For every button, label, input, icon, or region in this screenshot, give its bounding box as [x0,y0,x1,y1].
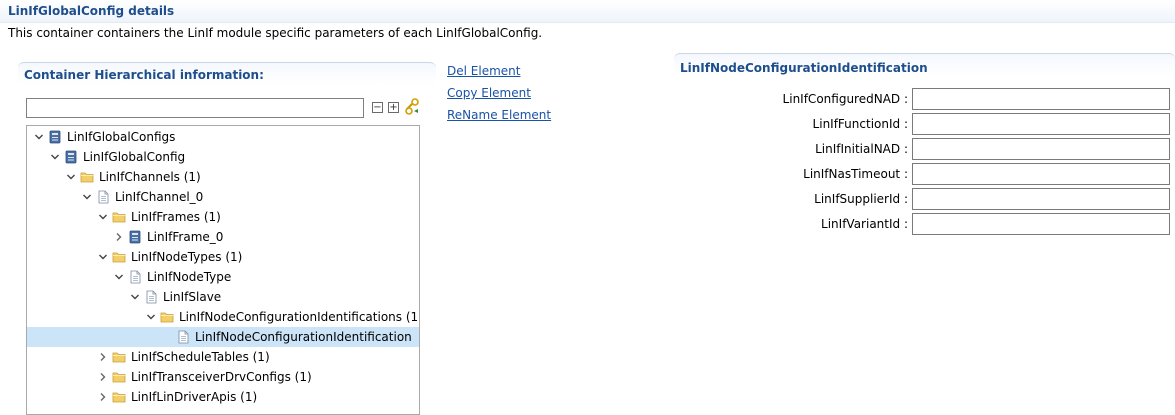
chevron-down-icon[interactable] [34,132,44,142]
chevron-down-icon[interactable] [98,252,108,262]
params-section-title: LinIfNodeConfigurationIdentification [680,61,928,75]
tree-node-label: LinIfSlave [163,290,222,304]
module-icon [65,150,77,164]
tree-node[interactable]: LinIfChannels (1) [27,167,419,187]
tree-node-label: LinIfChannel_0 [115,190,204,204]
param-input[interactable] [912,163,1170,185]
param-label: LinIfFunctionId : [812,117,908,131]
folder-icon [112,252,126,263]
tree-node-label: LinIfGlobalConfig [83,150,186,164]
chevron-down-icon[interactable] [66,172,76,182]
tree-node[interactable]: LinIfGlobalConfig [27,147,419,167]
chevron-right-icon[interactable] [114,232,124,242]
document-icon [98,190,109,204]
param-input[interactable] [912,113,1170,135]
hierarchy-tree[interactable]: LinIfGlobalConfigs LinIfGlobalConfig LinIf… [26,125,420,415]
param-input[interactable] [912,213,1170,235]
tree-node-label: LinIfFrames (1) [131,210,221,224]
chevron-right-icon[interactable] [98,352,108,362]
folder-icon [112,392,126,403]
tree-node[interactable]: LinIfTransceiverDrvConfigs (1) [27,367,419,387]
page-description: This container containers the LinIf modu… [8,26,543,40]
document-icon [178,330,189,344]
page-title: LinIfGlobalConfig details [8,4,175,18]
folder-icon [112,372,126,383]
chevron-down-icon[interactable] [50,152,60,162]
tree-node[interactable]: LinIfLinDriverApis (1) [27,387,419,407]
tree-node-label: LinIfNodeTypes (1) [131,250,243,264]
param-label: LinIfInitialNAD : [815,142,908,156]
folder-icon [112,352,126,363]
tree-node-label: LinIfScheduleTables (1) [131,350,270,364]
tree-node[interactable]: LinIfScheduleTables (1) [27,347,419,367]
details-header-band [0,0,1175,23]
param-label: LinIfConfiguredNAD : [782,92,908,106]
tree-node[interactable]: LinIfFrame_0 [27,227,419,247]
tree-node-label: LinIfGlobalConfigs [67,130,176,144]
tree-node[interactable]: LinIfNodeConfigurationIdentifications (1… [27,307,419,327]
chevron-right-icon[interactable] [98,372,108,382]
tree-node[interactable]: LinIfNodeType [27,267,419,287]
tree-node-label: LinIfChannels (1) [99,170,201,184]
folder-icon [112,212,126,223]
tree-node-label: LinIfLinDriverApis (1) [131,390,258,404]
chevron-down-icon[interactable] [82,192,92,202]
param-label: LinIfNasTimeout : [803,167,908,181]
module-icon [49,130,61,144]
tree-node-label: LinIfNodeType [147,270,232,284]
collapse-all-button[interactable]: − [372,102,383,113]
param-input[interactable] [912,88,1170,110]
copy-element-link[interactable]: Copy Element [447,86,531,100]
expand-all-button[interactable]: + [388,102,399,113]
tree-node[interactable]: LinIfNodeConfigurationIdentification [27,327,419,347]
module-icon [129,230,141,244]
folder-icon [80,172,94,183]
link-with-editor-icon[interactable] [404,98,422,116]
chevron-right-icon[interactable] [98,392,108,402]
param-label: LinIfSupplierId : [814,192,908,206]
param-label: LinIfVariantId : [821,217,908,231]
rename-element-link[interactable]: ReName Element [447,108,551,122]
tree-filter-input[interactable] [26,98,364,118]
del-element-link[interactable]: Del Element [447,64,520,78]
chevron-down-icon[interactable] [146,312,156,322]
tree-node[interactable]: LinIfChannel_0 [27,187,419,207]
chevron-down-icon[interactable] [130,292,140,302]
tree-node-label: LinIfNodeConfigurationIdentifications (1… [179,310,420,324]
folder-icon [160,312,174,323]
tree-node[interactable]: LinIfNodeTypes (1) [27,247,419,267]
chevron-down-icon[interactable] [114,272,124,282]
param-input[interactable] [912,188,1170,210]
tree-node-label: LinIfNodeConfigurationIdentification [195,330,412,344]
document-icon [130,270,141,284]
hierarchy-section-title: Container Hierarchical information: [24,68,264,82]
tree-node-label: LinIfTransceiverDrvConfigs (1) [131,370,312,384]
tree-node[interactable]: LinIfFrames (1) [27,207,419,227]
tree-node[interactable]: LinIfGlobalConfigs [27,127,419,147]
tree-node-label: LinIfFrame_0 [147,230,224,244]
param-input[interactable] [912,138,1170,160]
chevron-down-icon[interactable] [98,212,108,222]
tree-node[interactable]: LinIfSlave [27,287,419,307]
document-icon [146,290,157,304]
